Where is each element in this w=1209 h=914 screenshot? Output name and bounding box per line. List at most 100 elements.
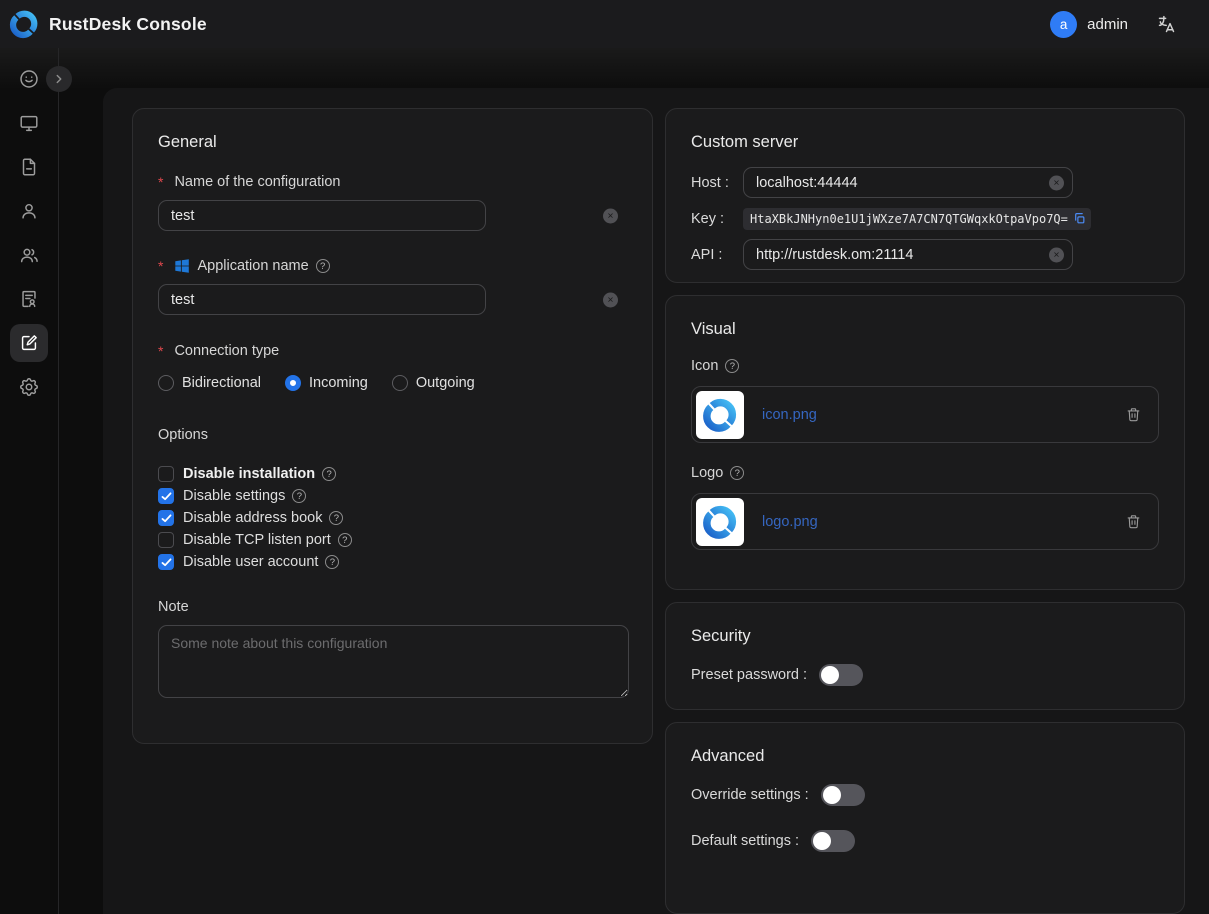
server-key-chip[interactable]: HtaXBkJNHyn0e1U1jWXze7A7CN7QTGWqxkOtpaVp… — [743, 208, 1091, 230]
clear-icon[interactable] — [1049, 175, 1064, 190]
note-textarea[interactable] — [158, 625, 629, 698]
server-key-value: HtaXBkJNHyn0e1U1jWXze7A7CN7QTGWqxkOtpaVp… — [750, 212, 1068, 226]
connection-type-option[interactable]: Outgoing — [392, 375, 475, 391]
radio-button[interactable] — [392, 375, 408, 391]
host-label: Host : — [691, 175, 743, 191]
override-settings-label: Override settings : — [691, 787, 809, 803]
key-row: Key : HtaXBkJNHyn0e1U1jWXze7A7CN7QTGWqxk… — [691, 203, 1159, 234]
document-icon — [18, 156, 40, 178]
preset-password-row: Preset password : — [691, 664, 1159, 686]
option-row[interactable]: Disable installation — [158, 463, 627, 485]
default-settings-toggle[interactable] — [811, 830, 855, 852]
general-title: General — [158, 133, 627, 152]
advanced-title: Advanced — [691, 747, 1159, 766]
option-row[interactable]: Disable user account — [158, 551, 627, 573]
icon-file-link[interactable]: icon.png — [762, 407, 817, 423]
username: admin — [1087, 16, 1128, 33]
users-icon — [18, 244, 40, 266]
api-label: API : — [691, 247, 743, 263]
checkbox[interactable] — [158, 466, 174, 482]
preset-password-toggle[interactable] — [819, 664, 863, 686]
default-settings-label: Default settings : — [691, 833, 799, 849]
checkbox[interactable] — [158, 532, 174, 548]
checkbox[interactable] — [158, 554, 174, 570]
rustdesk-logo-icon — [9, 9, 39, 39]
topbar: RustDesk Console a admin — [0, 0, 1209, 48]
checkbox[interactable] — [158, 488, 174, 504]
help-icon[interactable] — [322, 467, 336, 481]
help-icon[interactable] — [730, 466, 744, 480]
help-icon[interactable] — [316, 259, 330, 273]
clear-icon[interactable] — [603, 292, 618, 307]
icon-label: Icon — [691, 358, 1159, 374]
override-settings-row: Override settings : — [691, 784, 1159, 806]
help-icon[interactable] — [325, 555, 339, 569]
clear-icon[interactable] — [1049, 247, 1064, 262]
application-name-input[interactable] — [158, 284, 486, 315]
logo-thumbnail — [696, 498, 744, 546]
edit-icon — [18, 332, 40, 354]
option-row[interactable]: Disable TCP listen port — [158, 529, 627, 551]
security-title: Security — [691, 627, 1159, 646]
connection-type-option[interactable]: Bidirectional — [158, 375, 261, 391]
help-icon[interactable] — [725, 359, 739, 373]
visual-title: Visual — [691, 320, 1159, 339]
checkbox-label: Disable TCP listen port — [183, 532, 331, 548]
config-name-input[interactable] — [158, 200, 486, 231]
checkbox[interactable] — [158, 510, 174, 526]
options-checkbox-list: Disable installation Disable settings — [158, 463, 627, 573]
sidebar-item-custom-clients[interactable] — [0, 321, 59, 365]
override-settings-toggle[interactable] — [821, 784, 865, 806]
sidebar-item-documents[interactable] — [0, 145, 59, 189]
logo-file-link[interactable]: logo.png — [762, 514, 818, 530]
preset-password-label: Preset password : — [691, 667, 807, 683]
app-title: RustDesk Console — [49, 14, 207, 35]
user-menu[interactable]: a admin — [1050, 11, 1128, 38]
user-icon — [18, 200, 40, 222]
sidebar-item-users[interactable] — [0, 189, 59, 233]
help-icon[interactable] — [329, 511, 343, 525]
radio-button[interactable] — [158, 375, 174, 391]
security-card: Security Preset password : — [665, 602, 1185, 710]
api-input[interactable] — [743, 239, 1073, 270]
options-label: Options — [158, 427, 627, 443]
custom-server-title: Custom server — [691, 133, 1159, 152]
help-icon[interactable] — [292, 489, 306, 503]
config-name-label: Name of the configuration — [158, 174, 627, 190]
key-label: Key : — [691, 211, 743, 227]
radio-button[interactable] — [285, 375, 301, 391]
note-label: Note — [158, 599, 627, 615]
gear-icon — [18, 376, 40, 398]
sidebar-item-groups[interactable] — [0, 233, 59, 277]
icon-thumbnail — [696, 391, 744, 439]
help-icon[interactable] — [338, 533, 352, 547]
translate-icon[interactable] — [1156, 14, 1177, 35]
host-input[interactable] — [743, 167, 1073, 198]
avatar: a — [1050, 11, 1077, 38]
trash-icon[interactable] — [1125, 406, 1142, 423]
checkbox-label: Disable user account — [183, 554, 318, 570]
windows-logo-icon — [174, 258, 190, 274]
option-row[interactable]: Disable address book — [158, 507, 627, 529]
brand: RustDesk Console — [9, 9, 207, 39]
option-row[interactable]: Disable settings — [158, 485, 627, 507]
logo-label: Logo — [691, 465, 1159, 481]
trash-icon[interactable] — [1125, 513, 1142, 530]
sidebar-item-settings[interactable] — [0, 365, 59, 409]
active-item-highlight — [10, 324, 48, 362]
monitor-icon — [18, 112, 40, 134]
sidebar-item-devices[interactable] — [0, 101, 59, 145]
logo-file-box: logo.png — [691, 493, 1159, 550]
clear-icon[interactable] — [603, 208, 618, 223]
general-card: General Name of the configuration — [132, 108, 653, 744]
radio-label: Bidirectional — [182, 375, 261, 391]
checkbox-label: Disable address book — [183, 510, 322, 526]
copy-icon[interactable] — [1073, 212, 1086, 225]
connection-type-option[interactable]: Incoming — [285, 375, 368, 391]
sidebar-item-audit[interactable] — [0, 277, 59, 321]
sidebar-expand-button[interactable] — [46, 66, 72, 92]
connection-type-label: Connection type — [158, 343, 627, 359]
icon-file-box: icon.png — [691, 386, 1159, 443]
visual-card: Visual Icon icon.png — [665, 295, 1185, 590]
main-panel: General Name of the configuration — [103, 88, 1209, 914]
